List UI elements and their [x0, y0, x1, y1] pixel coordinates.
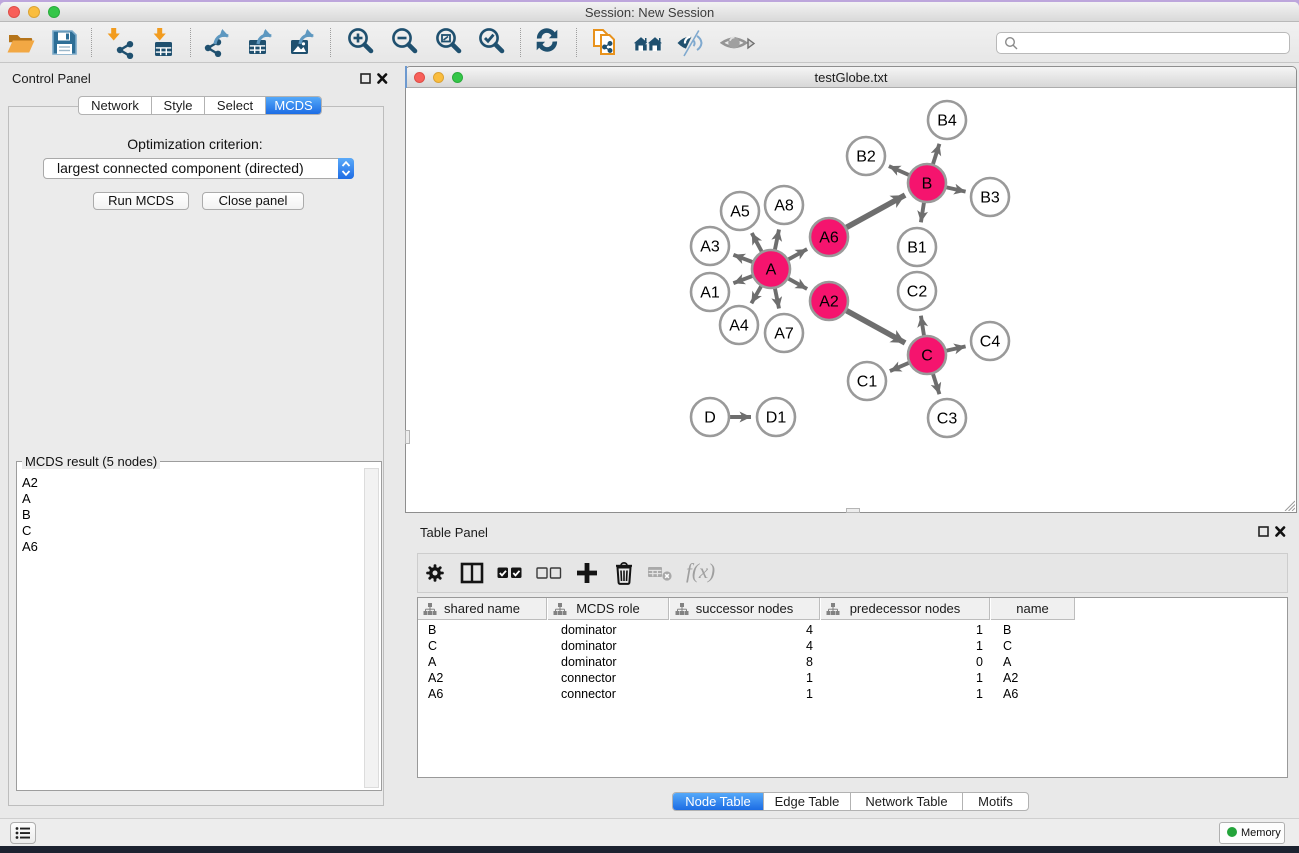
svg-text:D: D — [704, 410, 716, 427]
svg-text:A2: A2 — [819, 294, 839, 311]
svg-text:A1: A1 — [700, 285, 720, 302]
svg-text:C3: C3 — [937, 411, 958, 428]
svg-text:A4: A4 — [729, 318, 749, 335]
svg-text:C1: C1 — [857, 374, 878, 391]
svg-text:B1: B1 — [907, 240, 927, 257]
svg-text:C4: C4 — [980, 334, 1001, 351]
svg-text:B3: B3 — [980, 190, 1000, 207]
svg-text:A3: A3 — [700, 239, 720, 256]
svg-text:C2: C2 — [907, 284, 928, 301]
svg-text:B2: B2 — [856, 149, 876, 166]
svg-text:B: B — [922, 176, 933, 193]
svg-text:A5: A5 — [730, 204, 750, 221]
svg-text:B4: B4 — [937, 113, 957, 130]
svg-text:A: A — [766, 262, 777, 279]
svg-text:C: C — [921, 348, 933, 365]
svg-text:A7: A7 — [774, 326, 794, 343]
svg-text:A6: A6 — [819, 230, 839, 247]
svg-text:D1: D1 — [766, 410, 787, 427]
svg-text:A8: A8 — [774, 198, 794, 215]
